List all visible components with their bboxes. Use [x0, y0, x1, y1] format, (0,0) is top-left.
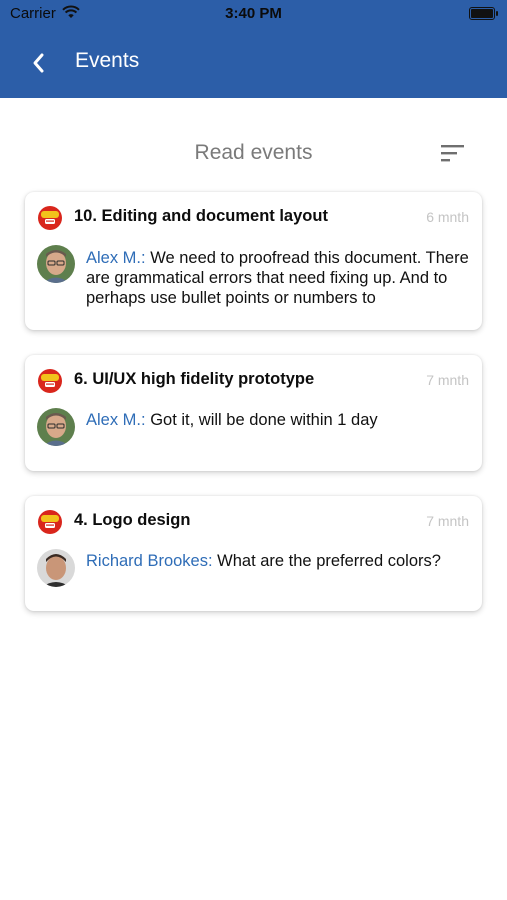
message-text: What are the preferred colors?	[212, 552, 441, 570]
event-card[interactable]: 6. UI/UX high fidelity prototype 7 mnth …	[25, 355, 482, 471]
event-title: 6. UI/UX high fidelity prototype	[74, 370, 315, 388]
section-header: Read events	[0, 139, 507, 169]
event-time-ago: 7 mnth	[426, 372, 469, 388]
event-message: Alex M.: We need to proofread this docum…	[86, 248, 471, 308]
event-title: 4. Logo design	[74, 511, 191, 529]
sort-icon	[441, 145, 464, 162]
battery-icon	[469, 7, 498, 20]
app-header: Carrier 3:40 PM Events	[0, 0, 507, 98]
page-title: Events	[75, 49, 140, 72]
event-time-ago: 7 mnth	[426, 513, 469, 529]
event-title: 10. Editing and document layout	[74, 207, 328, 225]
message-text: Got it, will be done within 1 day	[145, 411, 378, 429]
event-time-ago: 6 mnth	[426, 209, 469, 225]
status-bar: Carrier 3:40 PM	[0, 0, 507, 26]
message-author-link[interactable]: Richard Brookes:	[86, 552, 213, 570]
project-logo-icon	[37, 508, 63, 534]
sort-button[interactable]	[440, 142, 466, 164]
avatar	[37, 549, 75, 587]
avatar	[37, 408, 75, 446]
event-card[interactable]: 4. Logo design 7 mnth Richard Brookes: W…	[25, 496, 482, 611]
event-message: Richard Brookes: What are the preferred …	[86, 551, 471, 571]
back-button[interactable]	[26, 50, 52, 76]
chevron-left-icon	[33, 53, 44, 73]
section-title: Read events	[194, 141, 313, 164]
message-author-link[interactable]: Alex M.:	[86, 249, 146, 267]
message-author-link[interactable]: Alex M.:	[86, 411, 146, 429]
clock: 3:40 PM	[225, 5, 282, 22]
project-logo-icon	[37, 204, 63, 230]
event-message: Alex M.: Got it, will be done within 1 d…	[86, 410, 471, 430]
avatar	[37, 245, 75, 283]
event-card[interactable]: 10. Editing and document layout 6 mnth A…	[25, 192, 482, 330]
project-logo-icon	[37, 367, 63, 393]
